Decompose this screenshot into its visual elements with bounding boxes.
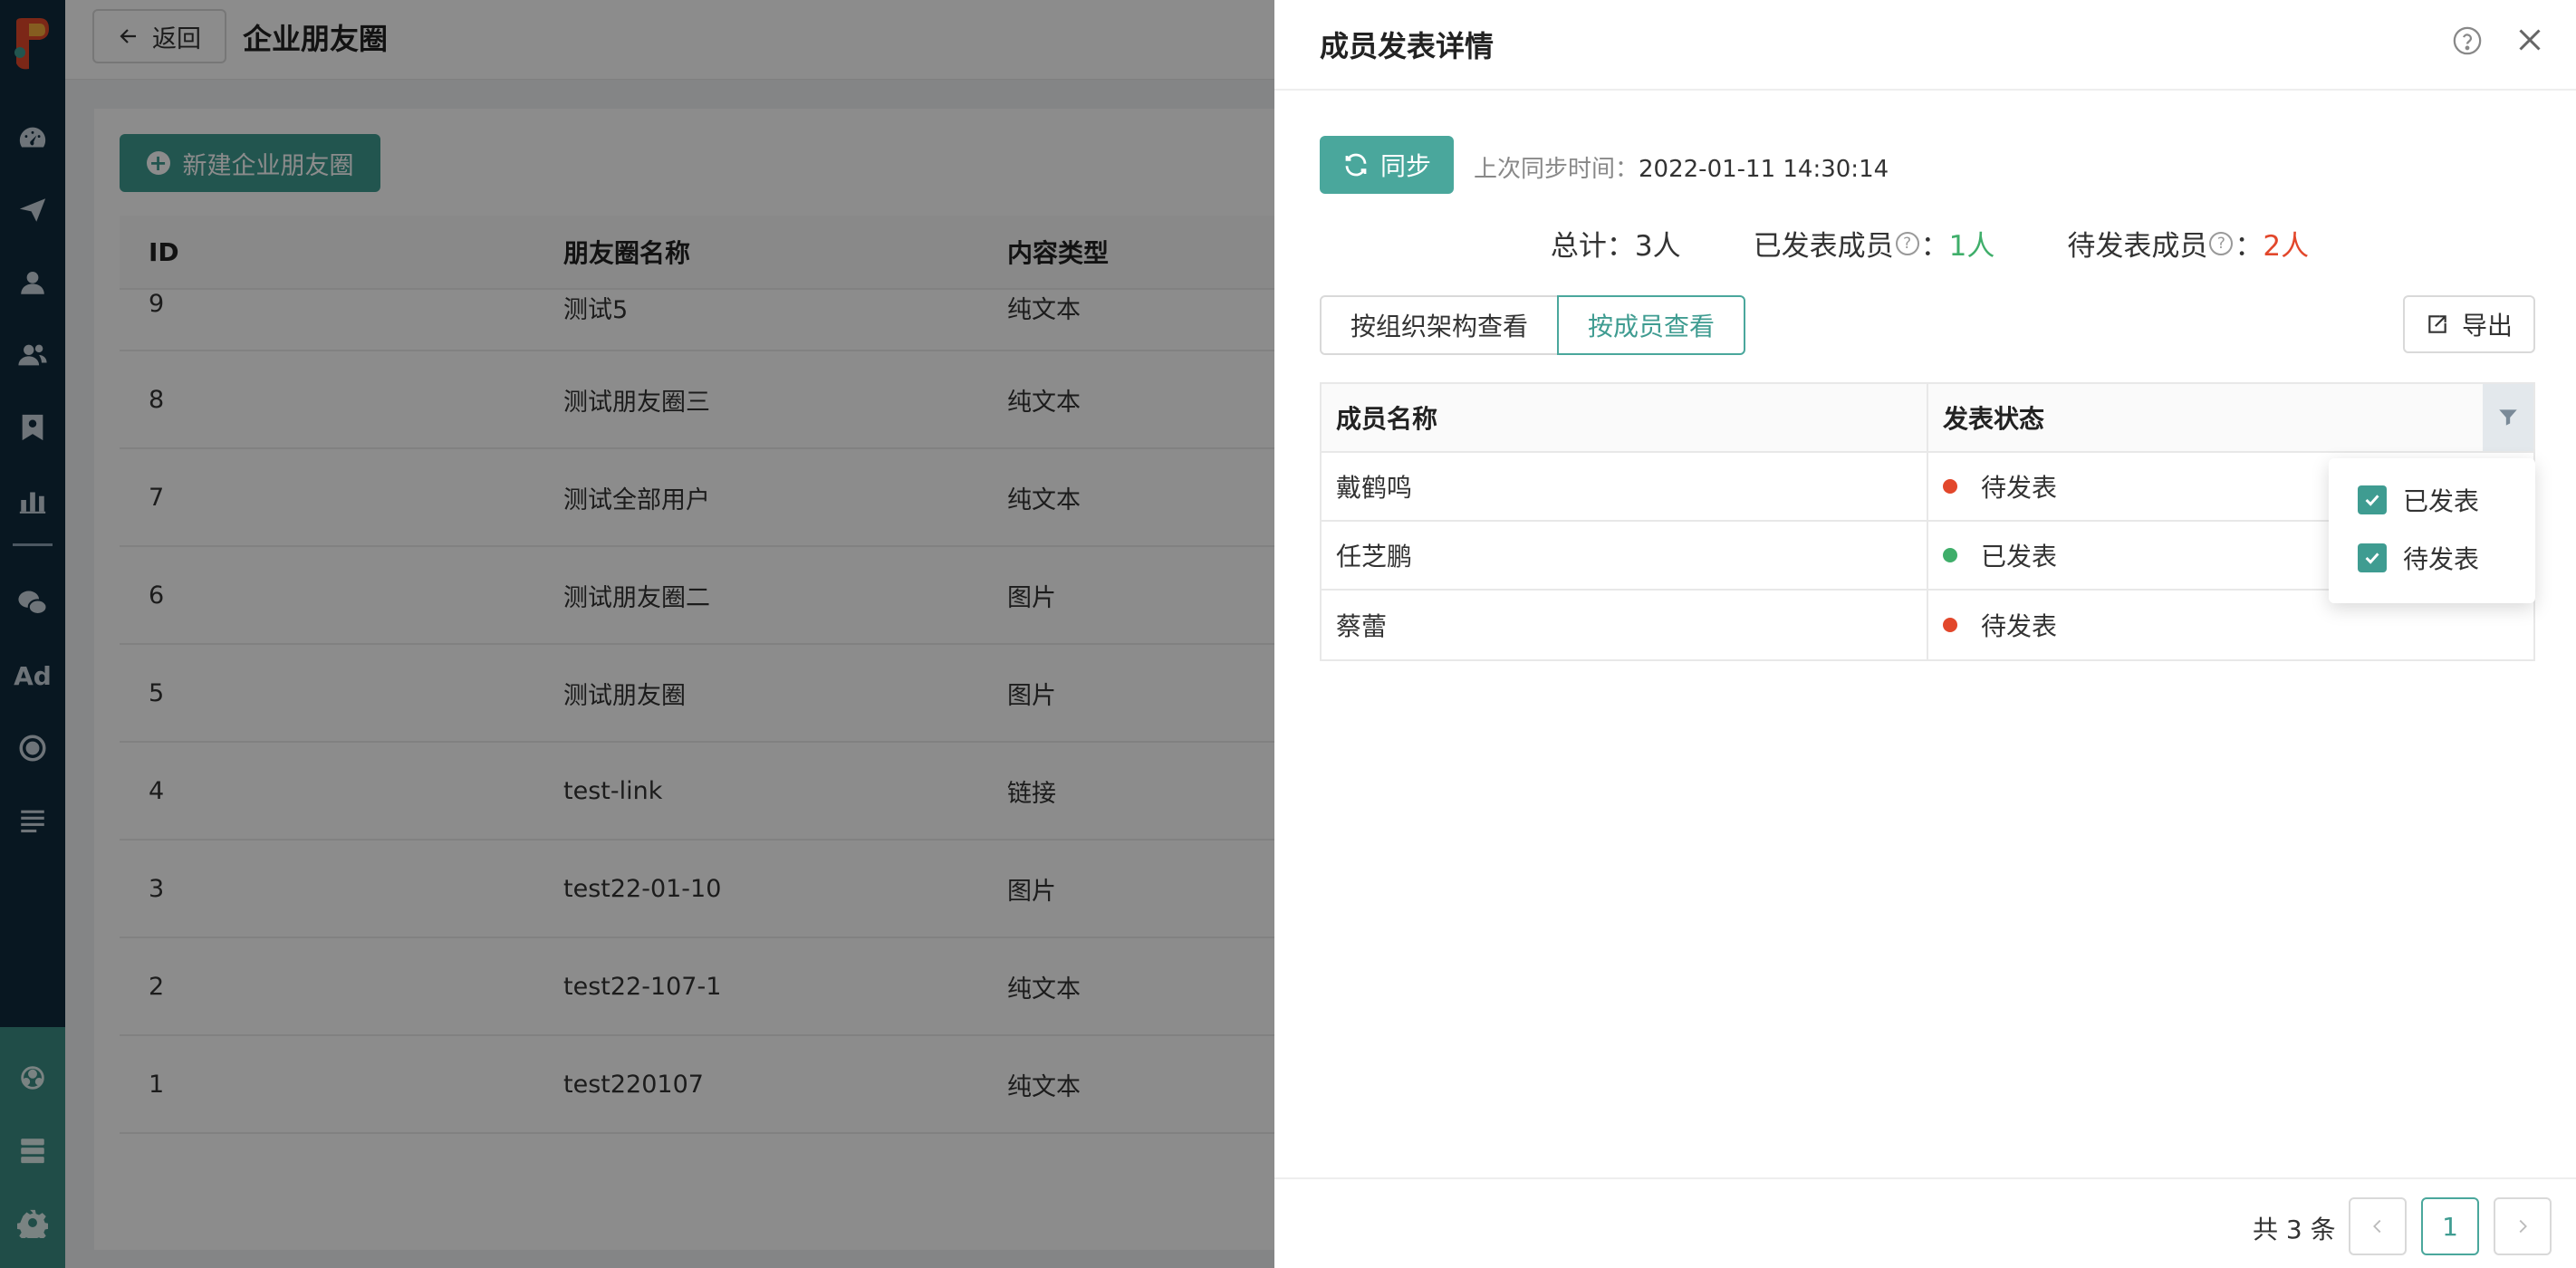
export-button[interactable]: 导出 [2403, 295, 2535, 353]
summary-pending: 待发表成员 ? ： 2人 [2067, 223, 2309, 264]
drawer-title: 成员发表详情 [1320, 29, 1495, 63]
summary-total-label: 总计： [1550, 230, 1635, 263]
sync-button[interactable]: 同步 [1320, 136, 1454, 194]
last-sync-time: 上次同步时间：2022-01-11 14:30:14 [1474, 150, 1889, 184]
filter-icon [2499, 409, 2517, 426]
publish-summary: 总计： 3人 已发表成员 ? ： 1人 待发表成员 ? ： 2人 [1274, 223, 2576, 264]
filter-option-pending[interactable]: 待发表 [2358, 540, 2479, 576]
export-icon [2428, 315, 2446, 333]
pagination-prev-button[interactable] [2349, 1197, 2407, 1255]
column-header-member-name: 成员名称 [1322, 384, 1928, 451]
summary-total: 总计： 3人 [1551, 223, 1681, 264]
drawer-header: 成员发表详情 [1274, 0, 2576, 91]
pagination-page-1[interactable]: 1 [2421, 1197, 2479, 1255]
status-text: 待发表 [1981, 611, 2058, 641]
drawer-footer: 共 3 条 1 [1274, 1177, 2576, 1268]
last-sync-value: 2022-01-11 14:30:14 [1639, 156, 1889, 183]
question-mark-icon[interactable]: ? [2209, 231, 2234, 255]
summary-pending-value: 2人 [2263, 230, 2310, 263]
member-name: 戴鹤鸣 [1322, 453, 1928, 520]
refresh-icon [1345, 153, 1367, 177]
member-name: 蔡蕾 [1322, 591, 1928, 659]
export-button-label: 导出 [2461, 311, 2513, 341]
status-filter-dropdown: 已发表 待发表 [2329, 458, 2535, 603]
member-publish-drawer: 成员发表详情 同步 上次同步时间：2022-01-11 14:30:14 总计：… [1274, 0, 2576, 1268]
summary-total-value: 3人 [1634, 230, 1681, 263]
status-dot-icon [1943, 479, 1957, 494]
summary-published-label: 已发表成员 [1753, 230, 1894, 263]
pagination-next-button[interactable] [2494, 1197, 2552, 1255]
status-text: 待发表 [1981, 473, 2058, 503]
status-text: 已发表 [1981, 542, 2058, 572]
summary-colon: ： [2235, 230, 2264, 263]
status-filter-button[interactable] [2483, 384, 2533, 451]
sync-button-label: 同步 [1379, 151, 1431, 181]
status-dot-icon [1943, 548, 1957, 562]
summary-pending-label: 待发表成员 [2067, 230, 2208, 263]
column-header-status: 发表状态 [1928, 384, 2533, 451]
member-table-header: 成员名称 发表状态 [1322, 384, 2533, 453]
tab-by-org[interactable]: 按组织架构查看 [1320, 295, 1559, 355]
summary-colon: ： [1920, 230, 1949, 263]
chevron-right-icon [2519, 1219, 2527, 1234]
view-mode-toggle: 按组织架构查看 按成员查看 [1320, 295, 1745, 355]
filter-option-published[interactable]: 已发表 [2358, 482, 2479, 518]
chevron-left-icon [2373, 1219, 2381, 1234]
filter-option-label: 已发表 [2403, 486, 2480, 516]
summary-published-value: 1人 [1948, 230, 1995, 263]
close-icon[interactable] [2514, 24, 2546, 56]
question-mark-icon[interactable]: ? [1895, 231, 1919, 255]
help-icon[interactable] [2452, 25, 2483, 56]
checkbox-checked-icon[interactable] [2358, 485, 2387, 514]
checkbox-checked-icon[interactable] [2358, 543, 2387, 572]
pagination-total: 共 3 条 [2253, 1215, 2336, 1244]
column-header-status-label: 发表状态 [1943, 404, 2045, 434]
filter-option-label: 待发表 [2403, 544, 2480, 574]
last-sync-label: 上次同步时间： [1474, 156, 1639, 183]
member-name: 任芝鹏 [1322, 522, 1928, 589]
tab-by-member[interactable]: 按成员查看 [1557, 295, 1745, 355]
status-dot-icon [1943, 618, 1957, 632]
summary-published: 已发表成员 ? ： 1人 [1754, 223, 1995, 264]
